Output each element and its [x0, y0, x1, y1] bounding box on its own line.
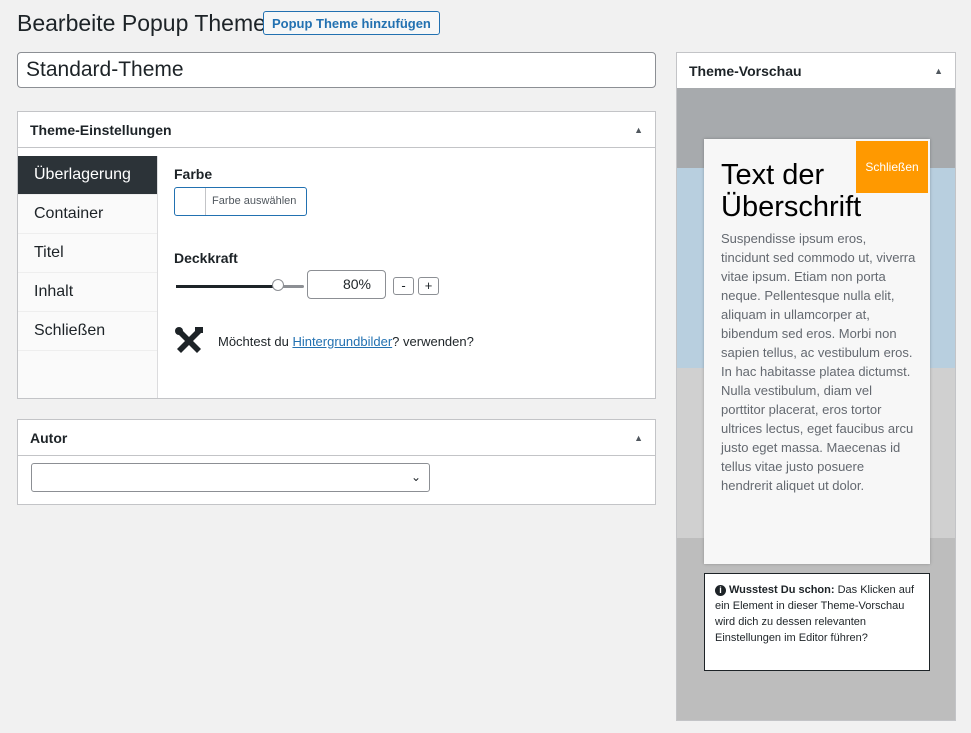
chevron-down-icon: ⌄	[410, 470, 421, 484]
author-title: Autor	[30, 429, 68, 446]
settings-tabs: Überlagerung Container Titel Inhalt Schl…	[18, 156, 158, 398]
bg-text-suffix: ? verwenden?	[392, 333, 474, 349]
preview-popup[interactable]: Schließen Text der Überschrift Suspendis…	[704, 139, 930, 564]
tools-icon	[175, 327, 203, 353]
preview-area[interactable]: Schließen Text der Überschrift Suspendis…	[677, 88, 955, 720]
opacity-slider-fill	[176, 285, 279, 288]
tab-content-ueberlagerung: Farbe Farbe auswählen Deckkraft 80% - + …	[174, 166, 474, 353]
tab-schliessen[interactable]: Schließen	[18, 312, 157, 351]
theme-title-input[interactable]: Standard-Theme	[17, 52, 656, 88]
theme-settings-header[interactable]: Theme-Einstellungen ▲	[18, 112, 655, 148]
opacity-slider[interactable]	[176, 279, 304, 291]
theme-preview-box: Theme-Vorschau ▲ Schließen Text der Über…	[676, 52, 956, 721]
author-header[interactable]: Autor ▲	[18, 420, 655, 456]
color-picker-button[interactable]: Farbe auswählen	[174, 187, 307, 216]
theme-preview-title: Theme-Vorschau	[689, 62, 802, 79]
opacity-slider-handle[interactable]	[272, 279, 285, 291]
collapse-toggle-icon[interactable]: ▲	[634, 125, 643, 135]
tip-heading: Wusstest Du schon:	[729, 584, 835, 596]
theme-settings-box: Theme-Einstellungen ▲ Überlagerung Conta…	[17, 111, 656, 399]
background-image-row: Möchtest du Hintergrundbilder? verwenden…	[174, 326, 474, 356]
background-images-link[interactable]: Hintergrundbilder	[292, 334, 392, 349]
author-select[interactable]: ⌄	[31, 463, 430, 492]
popup-title[interactable]: Text der Überschrift	[721, 159, 891, 223]
collapse-toggle-icon[interactable]: ▲	[634, 433, 643, 443]
did-you-know-tip: i Wusstest Du schon: Das Klicken auf ein …	[704, 573, 930, 671]
bg-text-prefix: Möchtest du	[218, 333, 293, 349]
author-box: Autor ▲ ⌄	[17, 419, 656, 505]
page-title: Bearbeite Popup Theme	[17, 10, 266, 36]
opacity-label: Deckkraft	[174, 250, 238, 266]
opacity-increase-button[interactable]: +	[418, 277, 439, 295]
tab-ueberlagerung[interactable]: Überlagerung	[18, 156, 157, 195]
info-icon: i	[715, 585, 726, 596]
collapse-toggle-icon[interactable]: ▲	[934, 66, 943, 76]
opacity-decrease-button[interactable]: -	[393, 277, 414, 295]
background-image-text: Möchtest du Hintergrundbilder? verwenden…	[218, 334, 474, 349]
tab-container[interactable]: Container	[18, 195, 157, 234]
opacity-input[interactable]: 80%	[307, 270, 386, 299]
color-swatch[interactable]	[175, 188, 206, 215]
tab-inhalt[interactable]: Inhalt	[18, 273, 157, 312]
tab-titel[interactable]: Titel	[18, 234, 157, 273]
color-picker-label: Farbe auswählen	[212, 195, 297, 207]
theme-settings-title: Theme-Einstellungen	[30, 121, 172, 138]
theme-preview-header[interactable]: Theme-Vorschau ▲	[677, 53, 955, 89]
add-popup-theme-button[interactable]: Popup Theme hinzufügen	[263, 11, 440, 35]
popup-content[interactable]: Suspendisse ipsum eros, tincidunt sed co…	[721, 229, 916, 495]
color-label: Farbe	[174, 166, 213, 182]
